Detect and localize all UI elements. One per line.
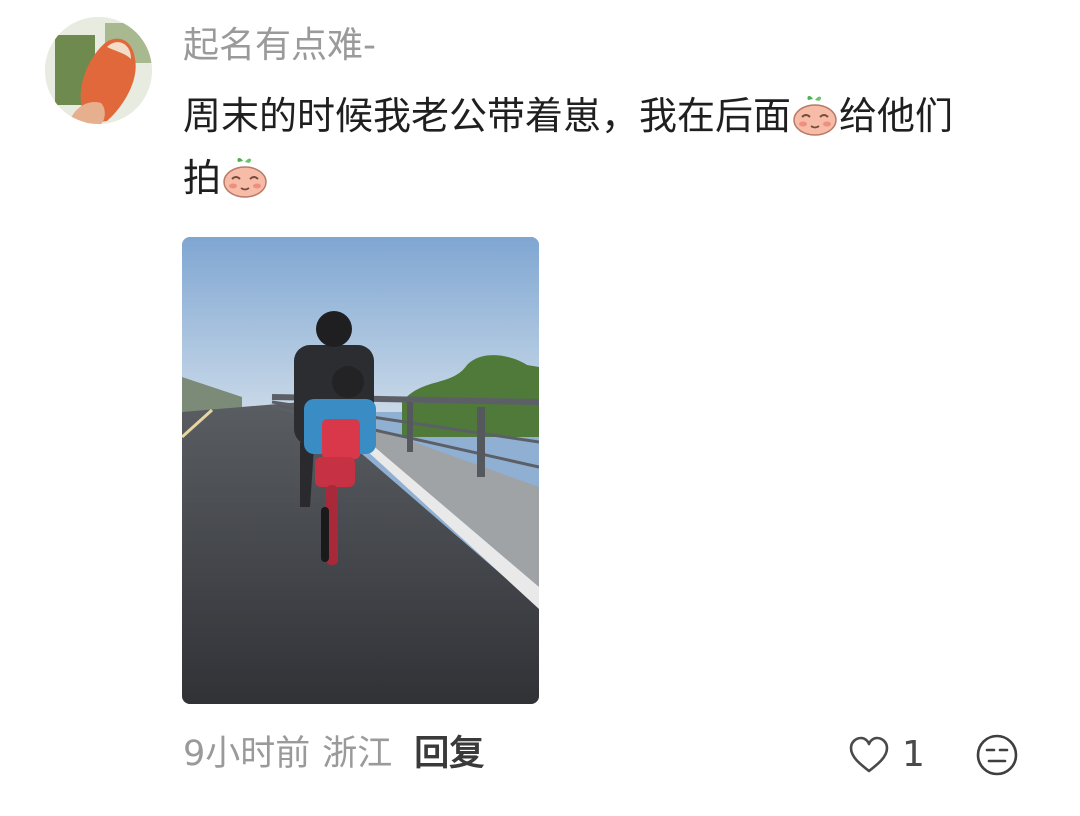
user-avatar[interactable] [45, 17, 152, 124]
comment-item: 起名有点难- 周末的时候我老公带着崽，我在后面 给他们拍 9小时前 浙江 回复 … [0, 0, 1080, 816]
comment-text-part: 周末的时候我老公带着崽，我在后面 [183, 94, 792, 138]
username[interactable]: 起名有点难- [183, 22, 376, 70]
comment-text-part: 拍 [183, 156, 222, 200]
photo-cycling-scene [182, 237, 539, 704]
neutral-face-icon[interactable] [975, 733, 1019, 777]
comment-text: 周末的时候我老公带着崽，我在后面 给他们拍 [183, 85, 1033, 209]
comment-text-part: 给他们 [839, 94, 954, 138]
comment-photo[interactable] [182, 237, 539, 704]
comment-meta: 9小时前 浙江 回复 [183, 728, 484, 780]
reply-button[interactable]: 回复 [414, 734, 484, 774]
like-count: 1 [902, 734, 925, 775]
avatar-image [45, 17, 152, 124]
shy-face-emoji-icon [793, 96, 837, 136]
like-button[interactable]: 1 [848, 732, 925, 778]
comment-location: 浙江 [322, 734, 393, 774]
shy-face-emoji-icon [223, 158, 267, 198]
comment-time: 9小时前 [183, 734, 311, 774]
heart-outline-icon [849, 736, 889, 773]
